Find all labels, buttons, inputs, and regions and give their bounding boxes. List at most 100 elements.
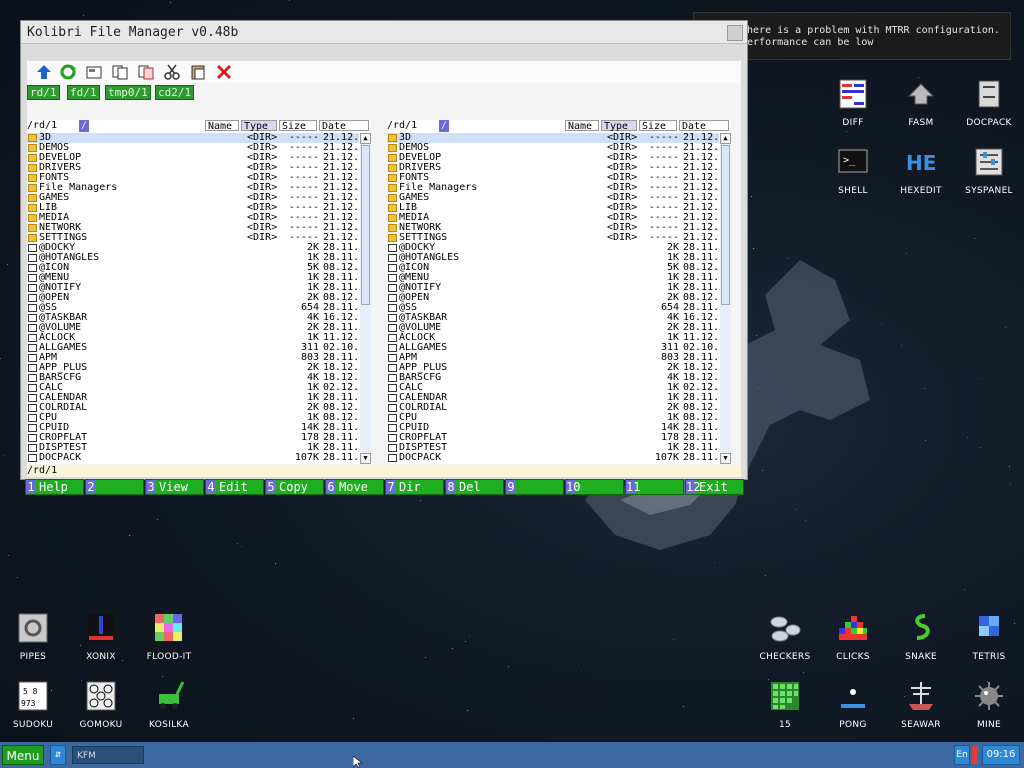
file-icon xyxy=(388,314,397,322)
star xyxy=(673,639,674,640)
column-header-name[interactable]: Name xyxy=(205,120,239,132)
desktop-icon-mine[interactable]: MINE xyxy=(956,680,1022,730)
drive-button-cd2-1[interactable]: cd2/1 xyxy=(155,85,195,100)
desktop-icon-diff[interactable]: DIFF xyxy=(820,78,886,128)
fkey-12[interactable]: 12 Exit xyxy=(685,479,744,495)
file-icon xyxy=(28,404,37,412)
task-button-kfm[interactable]: KFM xyxy=(72,746,144,764)
folder-icon xyxy=(28,184,37,192)
desktop-icon-shell[interactable]: >_ SHELL xyxy=(820,146,886,196)
drive-button-rd-1[interactable]: rd/1 xyxy=(27,85,60,100)
cut-icon[interactable] xyxy=(163,64,181,80)
desktop-icon-seawar[interactable]: SEAWAR xyxy=(888,680,954,730)
desktop-icon-syspanel[interactable]: SYSPANEL xyxy=(956,146,1022,196)
fkey-4[interactable]: 4 Edit xyxy=(205,479,264,495)
desktop-icon-pong[interactable]: PONG xyxy=(820,680,886,730)
fkey-10[interactable]: 10 xyxy=(565,479,624,495)
desktop-icon-xonix[interactable]: XONIX xyxy=(68,612,134,662)
column-header-size[interactable]: Size xyxy=(639,120,677,132)
panel-path[interactable]: /rd/1 xyxy=(387,120,447,132)
language-indicator[interactable]: En xyxy=(954,745,970,765)
column-header-type[interactable]: Type xyxy=(601,120,637,132)
fkey-6[interactable]: 6 Move xyxy=(325,479,384,495)
star xyxy=(925,440,926,441)
right-panel[interactable]: /rd/1/ Name Type Size Date 3D <DIR> ----- 21.12.… xyxy=(387,120,731,464)
star xyxy=(467,710,468,711)
desktop-icon-kosilka[interactable]: KOSILKA xyxy=(136,680,202,730)
desktop-icon-flood-it[interactable]: FLOOD-IT xyxy=(136,612,202,662)
close-icon[interactable] xyxy=(727,25,743,41)
column-header-name[interactable]: Name xyxy=(565,120,599,132)
desktop-icon-tetris[interactable]: TETRIS xyxy=(956,612,1022,662)
scroll-down-icon[interactable]: ▼ xyxy=(360,453,371,464)
star xyxy=(980,447,981,448)
column-header-size[interactable]: Size xyxy=(279,120,317,132)
desktop-icon-sudoku[interactable]: 5 8 973 SUDOKU xyxy=(0,680,66,730)
desktop-icon-fasm[interactable]: FASM xyxy=(888,78,954,128)
star xyxy=(1005,327,1006,328)
desktop-icon-clicks[interactable]: CLICKS xyxy=(820,612,886,662)
fkey-3[interactable]: 3 View xyxy=(145,479,204,495)
desktop-icon-label: XONIX xyxy=(86,652,116,662)
scroll-up-icon[interactable]: ▲ xyxy=(360,133,371,144)
copy-to-icon[interactable] xyxy=(137,64,155,80)
drive-button-tmp0-1[interactable]: tmp0/1 xyxy=(105,85,151,100)
properties-icon[interactable] xyxy=(85,64,103,80)
fkey-label: Edit xyxy=(219,480,248,494)
fkey-8[interactable]: 8 Del xyxy=(445,479,504,495)
clock[interactable]: 09:16 xyxy=(982,745,1020,765)
delete-icon[interactable] xyxy=(215,64,233,80)
panel-path[interactable]: /rd/1 xyxy=(27,120,87,132)
column-header-date[interactable]: Date xyxy=(679,120,729,132)
column-header-type[interactable]: Type xyxy=(241,120,277,132)
column-header-date[interactable]: Date xyxy=(319,120,369,132)
desktop-icon-gomoku[interactable]: GOMOKU xyxy=(68,680,134,730)
fkey-7[interactable]: 7 Dir xyxy=(385,479,444,495)
path-edit-icon[interactable]: / xyxy=(79,120,89,132)
file-size: 107K xyxy=(654,452,679,463)
file-name: DOCPACK xyxy=(399,452,442,463)
folder-icon xyxy=(388,224,397,232)
file-list[interactable]: 3D<DIR>-----21.12.20DEMOS<DIR>-----21.12… xyxy=(387,133,719,463)
copy-icon[interactable] xyxy=(111,64,129,80)
paste-icon[interactable] xyxy=(189,64,207,80)
desktop-icon-checkers[interactable]: CHECKERS xyxy=(752,612,818,662)
fkey-2[interactable]: 2 xyxy=(85,479,144,495)
left-panel[interactable]: /rd/1/ Name Type Size Date 3D <DIR> ----- 21.12.… xyxy=(27,120,371,464)
vertical-scrollbar[interactable]: ▲ ▼ xyxy=(720,133,731,464)
checkers-icon xyxy=(770,616,801,642)
file-row[interactable]: DOCPACK 107K 28.11.20 xyxy=(387,453,719,463)
desktop-icon-pipes[interactable]: PIPES xyxy=(0,612,66,662)
scroll-thumb[interactable] xyxy=(361,145,370,305)
menu-button[interactable]: Menu xyxy=(2,745,44,765)
file-icon xyxy=(28,384,37,392)
folder-icon xyxy=(28,224,37,232)
window-titlebar[interactable]: Kolibri File Manager v0.48b xyxy=(21,21,747,44)
scroll-up-icon[interactable]: ▲ xyxy=(720,133,731,144)
desktop-icon-hexedit[interactable]: HE HEXEDIT xyxy=(888,146,954,196)
desktop-icon-fifteen[interactable]: 15 xyxy=(752,680,818,730)
refresh-icon[interactable] xyxy=(59,64,77,80)
switch-windows-icon[interactable]: ⇵ xyxy=(50,745,66,765)
star xyxy=(974,238,975,239)
desktop-icon-docpack[interactable]: DOCPACK xyxy=(956,78,1022,128)
pong-icon xyxy=(841,689,865,708)
fkey-11[interactable]: 11 xyxy=(625,479,684,495)
file-icon xyxy=(28,244,37,252)
command-line[interactable]: /rd/1 xyxy=(27,465,741,477)
scroll-down-icon[interactable]: ▼ xyxy=(720,453,731,464)
fkey-1[interactable]: 1 Help xyxy=(25,479,84,495)
file-list[interactable]: 3D<DIR>-----21.12.20DEMOS<DIR>-----21.12… xyxy=(27,133,359,463)
file-icon xyxy=(388,354,397,362)
fkey-5[interactable]: 5 Copy xyxy=(265,479,324,495)
path-edit-icon[interactable]: / xyxy=(439,120,449,132)
file-row[interactable]: DOCPACK 107K 28.11.20 xyxy=(27,453,359,463)
file-manager-window[interactable]: Kolibri File Manager v0.48b rd/1 fd/1 tmp0… xyxy=(20,20,748,495)
desktop-icon-snake[interactable]: SNAKE xyxy=(888,612,954,662)
scroll-thumb[interactable] xyxy=(721,145,730,305)
vertical-scrollbar[interactable]: ▲ ▼ xyxy=(360,133,371,464)
up-folder-icon[interactable] xyxy=(35,64,53,80)
fkey-9[interactable]: 9 xyxy=(505,479,564,495)
tray-indicator[interactable] xyxy=(972,746,978,764)
drive-button-fd-1[interactable]: fd/1 xyxy=(67,85,100,100)
